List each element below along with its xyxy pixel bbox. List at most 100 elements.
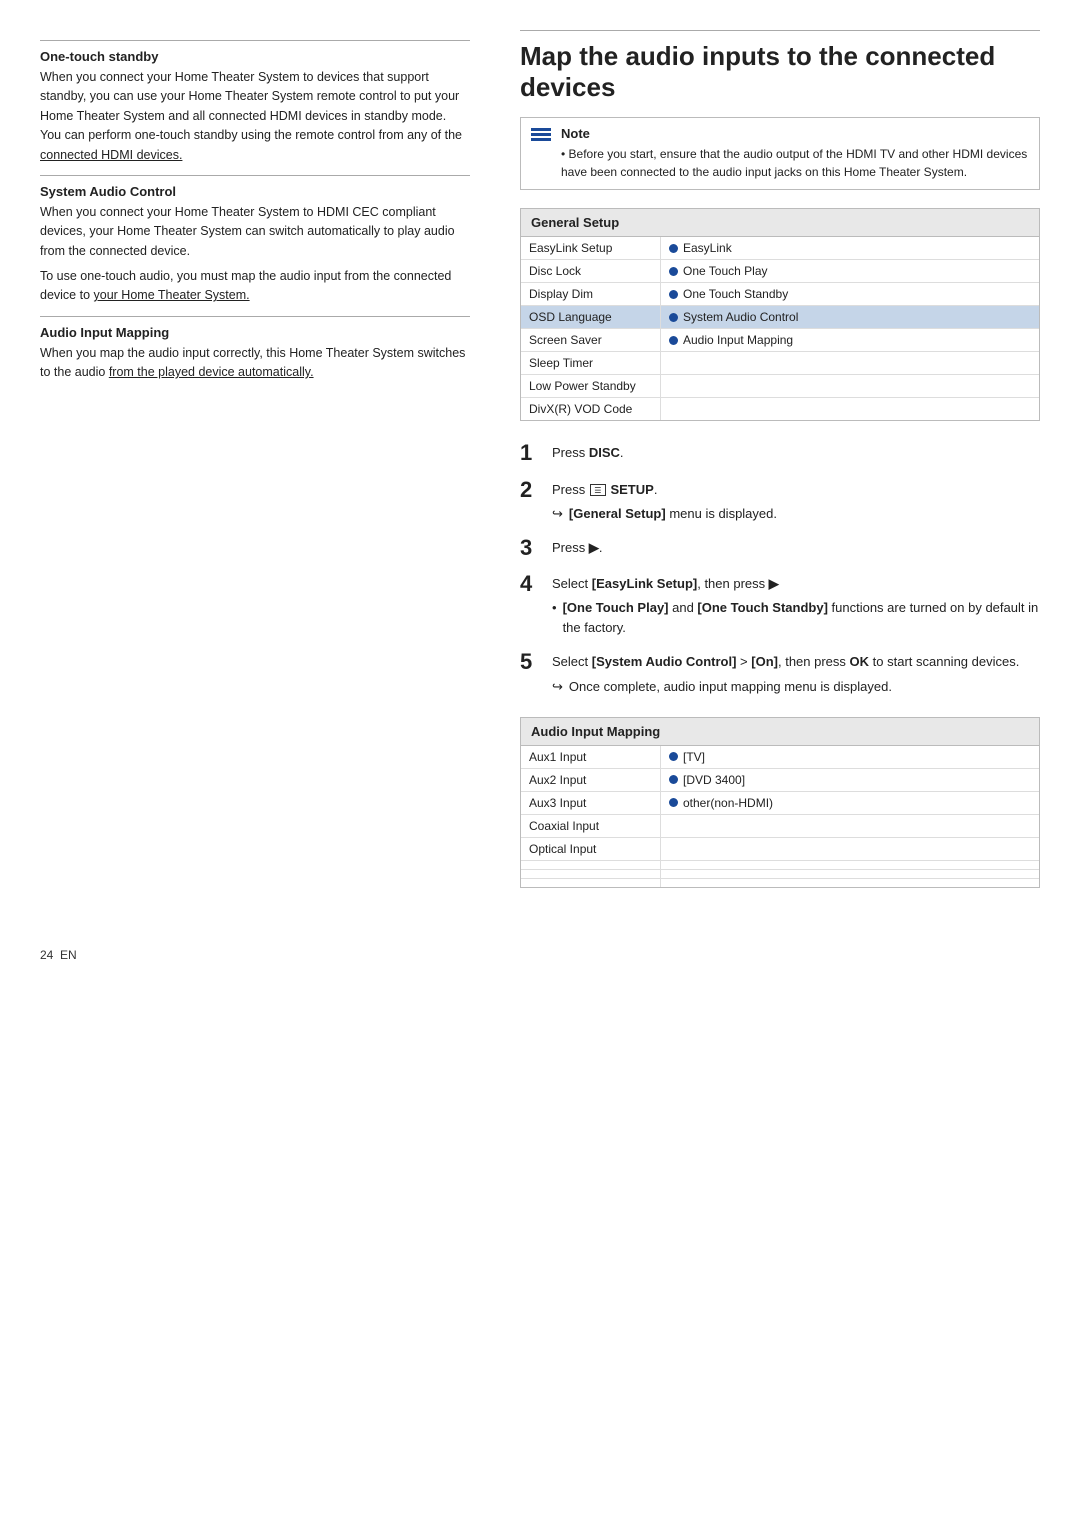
step-3: 3 Press ▶. — [520, 536, 1040, 560]
menu-row-optical-input: Optical Input — [521, 838, 1039, 861]
menu-right-aux1-text: [TV] — [683, 750, 705, 764]
main-heading: Map the audio inputs to the connected de… — [520, 30, 1040, 103]
step-2: 2 Press ☰ SETUP. ↪ [General Setup] menu … — [520, 478, 1040, 524]
menu-row-sleep-timer: Sleep Timer — [521, 352, 1039, 375]
step-5-arrow-text: Once complete, audio input mapping menu … — [569, 677, 892, 697]
page-footer: 24 EN — [40, 948, 1040, 962]
menu-row-aux1-input: Aux1 Input [TV] — [521, 746, 1039, 769]
menu-right-empty-3 — [661, 879, 1039, 887]
step-3-content: Press ▶. — [552, 536, 602, 558]
menu-row-empty-3 — [521, 879, 1039, 887]
step-2-arrow-text: [General Setup] menu is displayed. — [569, 504, 777, 524]
note-icon-line1 — [531, 128, 551, 131]
step-1-number: 1 — [520, 441, 540, 465]
general-setup-table: General Setup EasyLink Setup EasyLink Di… — [520, 208, 1040, 421]
menu-left-empty-1 — [521, 861, 661, 869]
dot-easylink — [669, 244, 678, 253]
menu-right-empty-2 — [661, 870, 1039, 878]
underline-played-device: from the played device automatically. — [109, 365, 314, 379]
menu-right-audio-input-mapping-text: Audio Input Mapping — [683, 333, 793, 347]
menu-left-aux2: Aux2 Input — [521, 769, 661, 791]
step-3-number: 3 — [520, 536, 540, 560]
step-4: 4 Select [EasyLink Setup], then press ▶ … — [520, 572, 1040, 638]
menu-left-low-power-standby: Low Power Standby — [521, 375, 661, 397]
menu-row-empty-2 — [521, 870, 1039, 879]
step-5-number: 5 — [520, 650, 540, 674]
note-box: Note • Before you start, ensure that the… — [520, 117, 1040, 190]
menu-right-aux1: [TV] — [661, 746, 1039, 768]
general-setup-title: General Setup — [521, 209, 1039, 237]
step-5-content: Select [System Audio Control] > [On], th… — [552, 650, 1019, 696]
menu-left-aux1: Aux1 Input — [521, 746, 661, 768]
menu-left-divx-vod-code: DivX(R) VOD Code — [521, 398, 661, 420]
menu-row-aux2-input: Aux2 Input [DVD 3400] — [521, 769, 1039, 792]
menu-left-aux3: Aux3 Input — [521, 792, 661, 814]
step-5-arrow: ↪ Once complete, audio input mapping men… — [552, 677, 1019, 697]
menu-right-aux2: [DVD 3400] — [661, 769, 1039, 791]
menu-left-empty-2 — [521, 870, 661, 878]
menu-right-one-touch-play-text: One Touch Play — [683, 264, 768, 278]
note-icon — [531, 128, 551, 141]
menu-right-one-touch-standby: One Touch Standby — [661, 283, 1039, 305]
menu-row-easylink-setup: EasyLink Setup EasyLink — [521, 237, 1039, 260]
left-column: One-touch standby When you connect your … — [40, 30, 470, 908]
divider-3 — [40, 316, 470, 317]
step-2-arrow: ↪ [General Setup] menu is displayed. — [552, 504, 777, 524]
step-5-arrow-sym: ↪ — [552, 677, 563, 697]
step-4-easylink-label: [EasyLink Setup] — [592, 576, 697, 591]
menu-right-aux3-text: other(non-HDMI) — [683, 796, 773, 810]
step-4-content: Select [EasyLink Setup], then press ▶ • … — [552, 572, 1040, 638]
dot-aux3 — [669, 798, 678, 807]
menu-left-sleep-timer: Sleep Timer — [521, 352, 661, 374]
menu-right-system-audio-control-text: System Audio Control — [683, 310, 798, 324]
menu-right-easylink: EasyLink — [661, 237, 1039, 259]
step-4-bullet-text: [One Touch Play] and [One Touch Standby]… — [563, 598, 1040, 638]
menu-row-empty-1 — [521, 861, 1039, 870]
menu-right-divx-vod-code — [661, 398, 1039, 420]
top-divider — [40, 40, 470, 41]
menu-right-sleep-timer — [661, 352, 1039, 374]
section-body-system-audio-2: To use one-touch audio, you must map the… — [40, 267, 470, 306]
dot-one-touch-standby — [669, 290, 678, 299]
menu-row-coaxial-input: Coaxial Input — [521, 815, 1039, 838]
section-heading-one-touch-standby: One-touch standby — [40, 49, 470, 64]
note-icon-line3 — [531, 138, 551, 141]
section-heading-system-audio: System Audio Control — [40, 184, 470, 199]
note-bullet: • — [561, 147, 569, 161]
menu-right-system-audio-control: System Audio Control — [661, 306, 1039, 328]
menu-right-audio-input-mapping: Audio Input Mapping — [661, 329, 1039, 351]
step-5: 5 Select [System Audio Control] > [On], … — [520, 650, 1040, 696]
section-body-audio-input-mapping: When you map the audio input correctly, … — [40, 344, 470, 383]
menu-row-low-power-standby: Low Power Standby — [521, 375, 1039, 398]
step-4-number: 4 — [520, 572, 540, 596]
note-icon-line2 — [531, 133, 551, 136]
step-3-button-label: ▶ — [589, 540, 599, 555]
menu-row-aux3-input: Aux3 Input other(non-HDMI) — [521, 792, 1039, 815]
step-1-disc-label: DISC — [589, 445, 620, 460]
right-column: Map the audio inputs to the connected de… — [500, 30, 1040, 908]
menu-right-empty-1 — [661, 861, 1039, 869]
divider-2 — [40, 175, 470, 176]
menu-row-divx-vod-code: DivX(R) VOD Code — [521, 398, 1039, 420]
step-2-number: 2 — [520, 478, 540, 502]
note-text: • Before you start, ensure that the audi… — [561, 145, 1029, 181]
section-heading-audio-input-mapping: Audio Input Mapping — [40, 325, 470, 340]
menu-left-disc-lock: Disc Lock — [521, 260, 661, 282]
step-2-setup-label: SETUP — [610, 482, 653, 497]
dot-aux1 — [669, 752, 678, 761]
step-4-bullet-dot: • — [552, 598, 557, 618]
section-body-system-audio-1: When you connect your Home Theater Syste… — [40, 203, 470, 261]
section-body-one-touch-standby: When you connect your Home Theater Syste… — [40, 68, 470, 165]
step-1: 1 Press DISC. — [520, 441, 1040, 465]
dot-system-audio-control — [669, 313, 678, 322]
step-5-ok-label: OK — [850, 654, 870, 669]
menu-left-easylink-setup: EasyLink Setup — [521, 237, 661, 259]
note-text-content: Before you start, ensure that the audio … — [561, 147, 1027, 179]
menu-row-display-dim: Display Dim One Touch Standby — [521, 283, 1039, 306]
step-1-content: Press DISC. — [552, 441, 624, 463]
menu-row-screen-saver: Screen Saver Audio Input Mapping — [521, 329, 1039, 352]
page-lang: EN — [60, 948, 77, 962]
menu-right-one-touch-play: One Touch Play — [661, 260, 1039, 282]
menu-row-osd-language: OSD Language System Audio Control — [521, 306, 1039, 329]
menu-left-optical: Optical Input — [521, 838, 661, 860]
